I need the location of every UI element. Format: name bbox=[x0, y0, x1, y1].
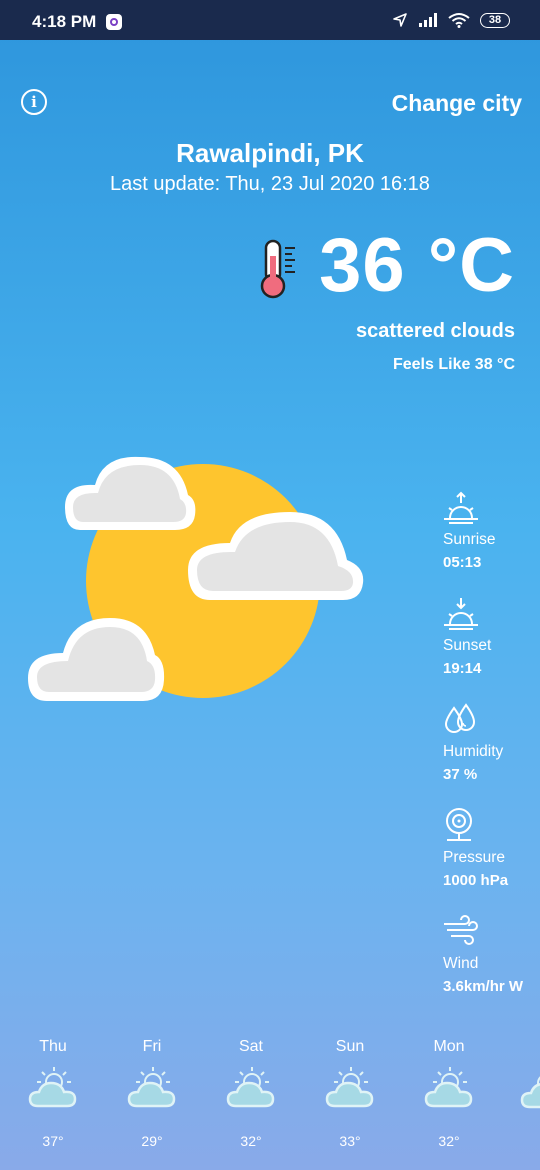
humidity-label: Humidity bbox=[443, 743, 504, 760]
battery-indicator: 38 bbox=[480, 12, 510, 28]
humidity-value: 37 % bbox=[443, 766, 478, 783]
cloudy-sun-icon bbox=[325, 1067, 374, 1108]
forecast-temp: 37° bbox=[42, 1133, 64, 1149]
forecast-day-name: Mon bbox=[433, 1038, 465, 1055]
pressure-label: Pressure bbox=[443, 849, 506, 866]
forecast-temp: 29° bbox=[141, 1133, 163, 1149]
forecast-strip[interactable]: Thu 37° Fri 29° Sat 32° Sun 33° Mon 32° bbox=[0, 1038, 540, 1149]
forecast-day[interactable]: Sat 32° bbox=[216, 1038, 286, 1149]
wifi-icon bbox=[448, 13, 470, 28]
detail-pressure: Pressure 1000 hPa bbox=[443, 808, 533, 892]
scattered-clouds-icon bbox=[28, 456, 364, 701]
wind-value: 3.6km/hr W bbox=[443, 978, 524, 995]
current-temperature: 36 °C bbox=[319, 223, 515, 308]
status-bar: 4:18 PM 38 bbox=[0, 0, 540, 40]
forecast-temp: 33° bbox=[339, 1133, 361, 1149]
sunset-icon bbox=[444, 598, 478, 630]
detail-wind: Wind 3.6km/hr W bbox=[443, 914, 533, 998]
info-icon: i bbox=[31, 93, 37, 111]
change-city-button[interactable]: Change city bbox=[392, 90, 522, 117]
detail-humidity: Humidity 37 % bbox=[443, 702, 533, 786]
cloudy-sun-icon bbox=[127, 1067, 176, 1108]
wind-label: Wind bbox=[443, 955, 479, 972]
feels-like: Feels Like 38 °C bbox=[392, 356, 515, 373]
forecast-day[interactable]: Fri 29° bbox=[117, 1038, 187, 1149]
pressure-value: 1000 hPa bbox=[443, 872, 509, 889]
city-name: Rawalpindi, PK bbox=[176, 138, 364, 168]
signal-icon bbox=[419, 13, 437, 27]
sunrise-label: Sunrise bbox=[443, 531, 496, 548]
detail-sunrise: Sunrise 05:13 bbox=[443, 490, 533, 574]
info-button[interactable]: i bbox=[21, 89, 47, 115]
forecast-temp: 32° bbox=[438, 1133, 460, 1149]
forecast-day-name: Sun bbox=[335, 1038, 365, 1055]
status-icons: 38 bbox=[392, 12, 510, 28]
humidity-icon bbox=[444, 703, 476, 733]
thermometer-icon bbox=[260, 239, 295, 299]
forecast-day-name: Fri bbox=[142, 1038, 162, 1055]
forecast-day[interactable]: Mon 32° bbox=[414, 1038, 484, 1149]
cloudy-sun-icon bbox=[226, 1067, 275, 1108]
cloudy-sun-icon bbox=[424, 1067, 473, 1108]
cloudy-sun-icon bbox=[520, 1076, 540, 1109]
location-arrow-icon bbox=[393, 13, 407, 27]
forecast-day-name: Thu bbox=[39, 1038, 67, 1055]
wind-icon bbox=[444, 915, 478, 945]
sunset-value: 19:14 bbox=[443, 660, 482, 677]
app-notification-icon bbox=[106, 14, 122, 30]
weather-description: scattered clouds bbox=[356, 320, 515, 342]
detail-sunset: Sunset 19:14 bbox=[443, 596, 533, 680]
status-time: 4:18 PM bbox=[32, 12, 97, 31]
forecast-day-partial[interactable] bbox=[520, 1065, 540, 1118]
sunrise-icon bbox=[444, 491, 478, 524]
forecast-day[interactable]: Sun 33° bbox=[315, 1038, 385, 1149]
forecast-day[interactable]: Thu 37° bbox=[18, 1038, 88, 1149]
pressure-icon bbox=[446, 808, 472, 841]
last-update: Last update: Thu, 23 Jul 2020 16:18 bbox=[110, 173, 430, 195]
cloudy-sun-icon bbox=[28, 1067, 77, 1108]
sunset-label: Sunset bbox=[443, 637, 492, 654]
sunrise-value: 05:13 bbox=[443, 554, 482, 571]
forecast-day-name: Sat bbox=[238, 1038, 263, 1055]
forecast-temp: 32° bbox=[240, 1133, 262, 1149]
